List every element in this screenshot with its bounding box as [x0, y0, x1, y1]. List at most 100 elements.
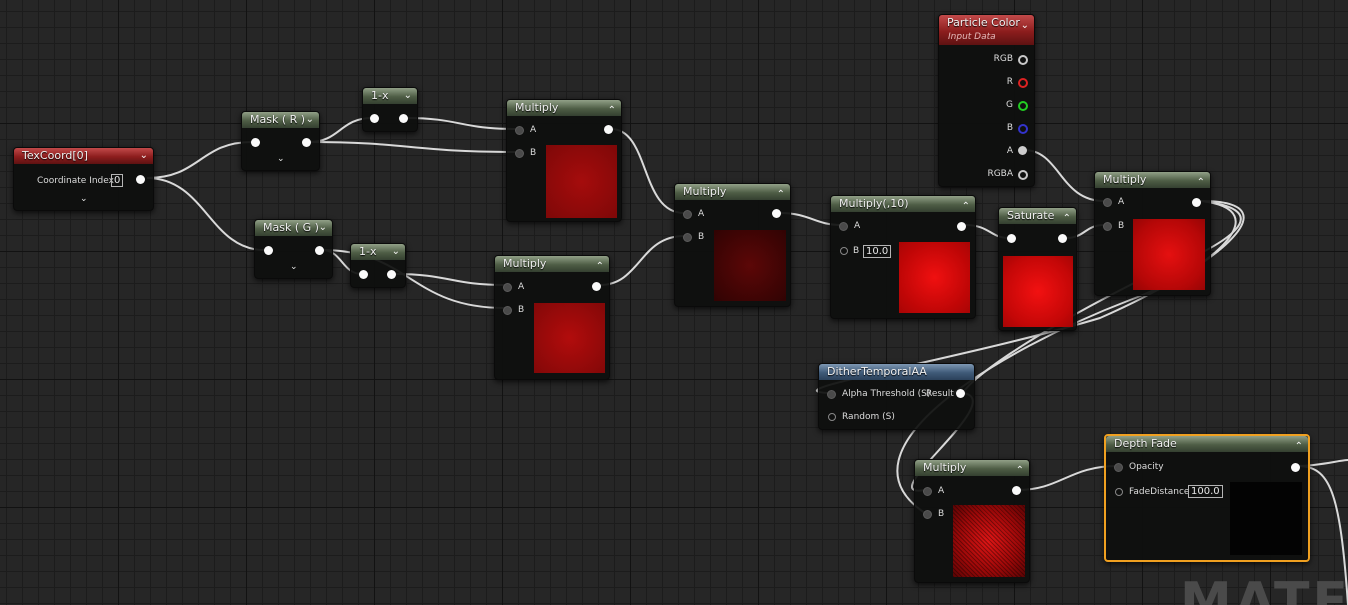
input-pin-fade-distance[interactable] — [1115, 488, 1123, 496]
wire — [1017, 465, 1118, 491]
chevron-up-icon[interactable]: ⌃ — [962, 201, 970, 213]
input-pin-a[interactable] — [839, 222, 848, 231]
output-pin[interactable] — [1058, 234, 1067, 243]
wire — [599, 235, 685, 286]
expand-chevron-icon[interactable]: ⌄ — [277, 154, 285, 164]
chevron-down-icon[interactable]: ⌄ — [404, 90, 412, 102]
coordinate-index-field[interactable]: 0 — [111, 174, 124, 187]
expand-chevron-icon[interactable]: ⌄ — [290, 262, 298, 272]
coordinate-index-label: Coordinate Index — [37, 176, 114, 186]
output-pin[interactable] — [315, 246, 324, 255]
chevron-up-icon[interactable]: ⌃ — [777, 189, 785, 201]
preview-thumbnail — [546, 145, 617, 218]
input-pin[interactable] — [359, 270, 368, 279]
input-pin-b[interactable] — [515, 149, 524, 158]
output-pin[interactable] — [399, 114, 408, 123]
chevron-up-icon[interactable]: ⌃ — [1295, 441, 1303, 453]
preview-thumbnail — [1003, 256, 1073, 327]
expand-chevron-icon[interactable]: ⌄ — [80, 194, 88, 204]
input-pin-a[interactable] — [683, 210, 692, 219]
output-pin[interactable] — [592, 282, 601, 291]
input-pin-opacity[interactable] — [1114, 463, 1123, 472]
output-pin[interactable] — [1192, 198, 1201, 207]
node-title: DitherTemporalAA — [827, 365, 927, 378]
output-pin[interactable] — [136, 175, 145, 184]
node-title: Multiply — [923, 461, 967, 474]
output-pin[interactable] — [1012, 486, 1021, 495]
chevron-down-icon[interactable]: ⌄ — [392, 246, 400, 258]
multiply-node[interactable]: Multiply ⌃ A B — [506, 99, 622, 222]
input-pin-b[interactable] — [503, 306, 512, 315]
node-title: Particle Color — [947, 16, 1020, 29]
input-pin-a[interactable] — [503, 283, 512, 292]
chevron-down-icon[interactable]: ⌄ — [306, 114, 314, 126]
multiply-node[interactable]: Multiply ⌃ A B — [914, 459, 1030, 583]
input-pin[interactable] — [1007, 234, 1016, 243]
chevron-up-icon[interactable]: ⌃ — [1063, 213, 1071, 225]
preview-thumbnail — [899, 242, 970, 313]
input-pin-a[interactable] — [515, 126, 524, 135]
fade-distance-field[interactable]: 100.0 — [1188, 485, 1223, 498]
saturate-node[interactable]: Saturate ⌃ — [998, 207, 1077, 331]
preview-thumbnail — [714, 230, 786, 301]
pin-label-b: B — [530, 148, 537, 158]
input-pin-a[interactable] — [1103, 198, 1112, 207]
input-pin-b[interactable] — [923, 510, 932, 519]
one-minus-node[interactable]: 1-x ⌄ — [350, 243, 406, 288]
dither-temporal-aa-node[interactable]: DitherTemporalAA Alpha Threshold (S) Res… — [818, 363, 975, 430]
input-pin-b[interactable] — [1103, 222, 1112, 231]
output-label-b: B — [1006, 123, 1013, 133]
node-title: Multiply — [515, 101, 559, 114]
texcoord-node[interactable]: TexCoord[0] ⌄ Coordinate Index 0 ⌄ — [13, 147, 154, 211]
output-pin[interactable] — [604, 125, 613, 134]
node-title: Multiply — [683, 185, 727, 198]
b-value-field[interactable]: 10.0 — [863, 245, 892, 258]
output-pin[interactable] — [957, 222, 966, 231]
chevron-up-icon[interactable]: ⌃ — [1197, 177, 1205, 189]
pin-label-b: B — [1118, 221, 1125, 231]
output-pin[interactable] — [772, 209, 781, 218]
particle-color-node[interactable]: Particle Color Input Data ⌄ RGB R G B A RG… — [938, 14, 1035, 187]
output-pin[interactable] — [1291, 463, 1300, 472]
chevron-up-icon[interactable]: ⌃ — [596, 261, 604, 273]
output-pin-r[interactable] — [1018, 78, 1028, 88]
result-label: Result — [926, 389, 954, 399]
input-pin[interactable] — [251, 138, 260, 147]
chevron-up-icon[interactable]: ⌃ — [1016, 465, 1024, 477]
node-title: Multiply — [1103, 173, 1147, 186]
output-pin[interactable] — [302, 138, 311, 147]
output-pin-result[interactable] — [956, 389, 965, 398]
mask-g-node[interactable]: Mask ( G ) ⌄ ⌄ — [254, 219, 333, 279]
output-label-a: A — [1006, 146, 1013, 156]
output-pin-g[interactable] — [1018, 101, 1028, 111]
pin-label-a: A — [698, 209, 705, 219]
chevron-down-icon[interactable]: ⌄ — [140, 150, 148, 162]
multiply-10-node[interactable]: Multiply(,10) ⌃ A B 10.0 — [830, 195, 976, 319]
input-pin-alpha-threshold[interactable] — [827, 390, 836, 399]
multiply-node[interactable]: Multiply ⌃ A B — [494, 255, 610, 380]
input-pin-b[interactable] — [683, 233, 692, 242]
mask-r-node[interactable]: Mask ( R ) ⌄ ⌄ — [241, 111, 320, 171]
pin-label-b: B — [518, 305, 525, 315]
input-pin[interactable] — [370, 114, 379, 123]
output-pin[interactable] — [387, 270, 396, 279]
multiply-node[interactable]: Multiply ⌃ A B — [674, 183, 791, 307]
output-pin-b[interactable] — [1018, 124, 1028, 134]
input-pin-b[interactable] — [840, 247, 848, 255]
output-pin-rgba[interactable] — [1018, 170, 1028, 180]
node-title: Depth Fade — [1114, 437, 1177, 450]
node-subtitle: Input Data — [948, 32, 996, 42]
chevron-down-icon[interactable]: ⌄ — [319, 222, 327, 234]
material-graph-canvas[interactable]: TexCoord[0] ⌄ Coordinate Index 0 ⌄ Mask (… — [0, 0, 1348, 605]
input-pin-random[interactable] — [828, 413, 836, 421]
input-pin[interactable] — [264, 246, 273, 255]
input-pin-a[interactable] — [923, 487, 932, 496]
output-pin-rgb[interactable] — [1018, 55, 1028, 65]
depth-fade-node[interactable]: Depth Fade ⌃ Opacity FadeDistance 100.0 — [1104, 434, 1310, 562]
output-pin-a[interactable] — [1018, 146, 1027, 155]
multiply-node[interactable]: Multiply ⌃ A B — [1094, 171, 1211, 296]
chevron-up-icon[interactable]: ⌃ — [608, 105, 616, 117]
one-minus-node[interactable]: 1-x ⌄ — [362, 87, 418, 132]
node-title: Multiply — [503, 257, 547, 270]
chevron-down-icon[interactable]: ⌄ — [1021, 20, 1029, 32]
